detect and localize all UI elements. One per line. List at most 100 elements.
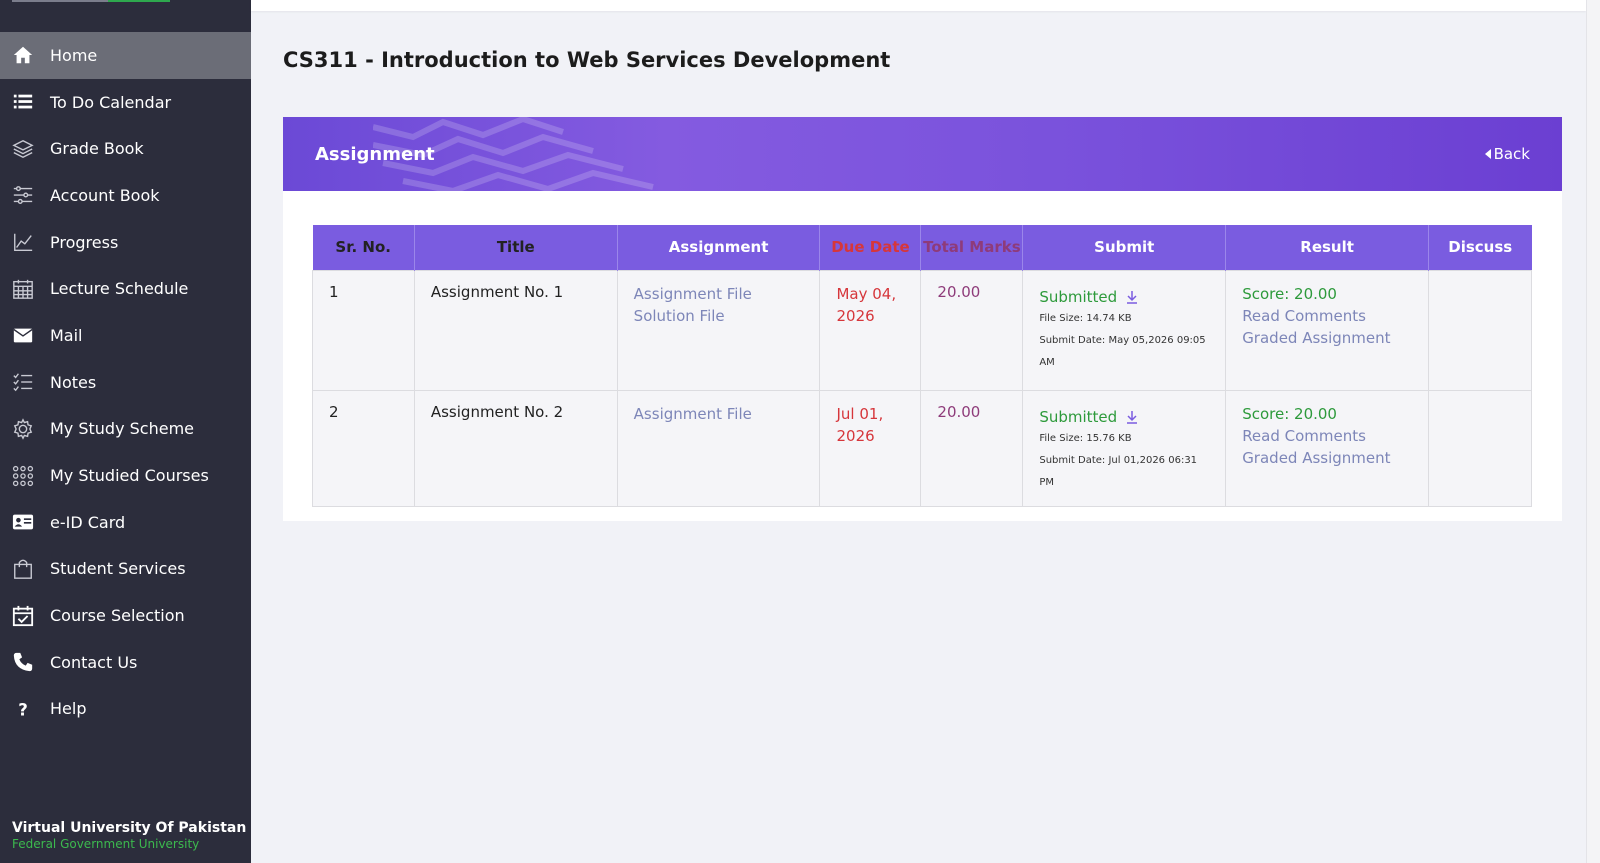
table-row: 1 Assignment No. 1 Assignment File Solut… [312,269,1532,391]
graded-assignment-link[interactable]: Graded Assignment [1242,327,1412,349]
chart-icon [12,231,34,253]
assignment-file-link[interactable]: Assignment File [634,283,804,305]
column-header-assignment: Assignment [617,225,821,270]
submit-status-label: Submitted [1039,287,1118,306]
page-title: CS311 - Introduction to Web Services Dev… [283,48,891,72]
brand: Virtual University Of Pakistan Federal G… [12,820,246,851]
sidebar-item-course-selection[interactable]: Course Selection [0,592,251,639]
back-label: Back [1493,145,1530,163]
sidebar-item-contact-us[interactable]: Contact Us [0,639,251,686]
sidebar-item-label: e-ID Card [50,512,126,532]
sliders-icon [12,184,34,206]
graded-assignment-link[interactable]: Graded Assignment [1242,447,1412,469]
sidebar-item-notes[interactable]: Notes [0,359,251,406]
read-comments-link[interactable]: Read Comments [1242,305,1412,327]
sidebar-item-help[interactable]: ? Help [0,686,251,733]
column-header-title: Title [414,225,618,270]
sidebar-item-label: Help [50,699,87,719]
sidebar-item-home[interactable]: Home [0,32,251,79]
sidebar-item-e-id-card[interactable]: e-ID Card [0,499,251,546]
sidebar-item-my-studied-courses[interactable]: My Studied Courses [0,452,251,499]
sidebar-item-student-services[interactable]: Student Services [0,546,251,593]
back-button[interactable]: Back [1484,145,1530,163]
sidebar-item-label: Notes [50,372,97,392]
due-date-line1: Jul 01, [836,404,884,423]
sidebar-item-grade-book[interactable]: Grade Book [0,125,251,172]
calendar-check-icon [12,605,34,627]
download-icon[interactable] [1125,410,1139,424]
assignment-card: Assignment Back Sr. No. Title Assignment… [283,117,1562,521]
sidebar-nav: Home To Do Calendar Grade Book Account B… [0,32,251,732]
cell-submit: Submitted File Size: 14.74 KB Submit Dat… [1022,269,1227,391]
gear-icon [12,418,34,440]
score: Score: 20.00 [1242,404,1337,423]
submit-date-cont: AM [1039,356,1055,368]
sidebar-item-label: My Studied Courses [50,466,209,486]
table-header-row: Sr. No. Title Assignment Due Date Total … [312,225,1532,270]
brand-name: Virtual University Of Pakistan [12,820,247,836]
due-date-line1: May 04, [836,284,897,303]
top-bar [251,0,1586,11]
sidebar-item-label: To Do Calendar [50,92,172,112]
sidebar-item-todo-calendar[interactable]: To Do Calendar [0,79,251,126]
submit-status: Submitted [1039,406,1209,428]
sidebar-item-my-study-scheme[interactable]: My Study Scheme [0,406,251,453]
due-date-line2: 2026 [836,426,875,445]
cell-submit: Submitted File Size: 15.76 KB Submit Dat… [1022,389,1227,507]
score: Score: 20.00 [1242,284,1337,303]
assignments-table: Sr. No. Title Assignment Due Date Total … [312,225,1532,507]
read-comments-link[interactable]: Read Comments [1242,425,1412,447]
sidebar-item-label: Home [50,45,98,65]
sidebar-item-lecture-schedule[interactable]: Lecture Schedule [0,265,251,312]
list-icon [12,91,34,113]
sidebar-item-progress[interactable]: Progress [0,219,251,266]
cell-assignment: Assignment File Solution File [616,269,821,391]
sidebar-item-label: Student Services [50,559,186,579]
table-row: 2 Assignment No. 2 Assignment File Jul 0… [312,389,1532,507]
cell-title: Assignment No. 2 [413,389,618,507]
solution-file-link[interactable]: Solution File [634,305,804,327]
column-header-due-date: Due Date [819,225,922,270]
phone-icon [12,651,34,673]
cell-total-marks: 20.00 [920,269,1024,391]
cell-sr-no: 1 [312,269,415,391]
cell-total-marks: 20.00 [920,389,1024,507]
sidebar-item-account-book[interactable]: Account Book [0,172,251,219]
sidebar-item-label: Contact Us [50,652,138,672]
column-header-sr-no: Sr. No. [312,225,415,270]
card-title: Assignment [315,143,435,165]
sidebar-item-label: Lecture Schedule [50,279,189,299]
calendar-grid-icon [12,278,34,300]
submit-status-label: Submitted [1039,407,1118,426]
page-scrollbar[interactable] [1586,0,1600,863]
file-size: File Size: 15.76 KB [1039,432,1132,444]
cell-discuss [1428,269,1532,391]
cell-assignment: Assignment File [616,389,821,507]
cell-due-date: Jul 01, 2026 [819,389,922,507]
checklist-icon [12,371,34,393]
sidebar-item-mail[interactable]: Mail [0,312,251,359]
sidebar-item-label: My Study Scheme [50,419,195,439]
cell-due-date: May 04, 2026 [819,269,922,391]
cell-result: Score: 20.00 Read Comments Graded Assign… [1225,269,1429,391]
sidebar-item-label: Course Selection [50,606,185,626]
column-header-discuss: Discuss [1428,225,1532,270]
assignment-file-link[interactable]: Assignment File [634,403,804,425]
cell-result: Score: 20.00 Read Comments Graded Assign… [1225,389,1429,507]
card-header: Assignment Back [283,117,1562,191]
sidebar-item-label: Grade Book [50,139,144,159]
svg-text:?: ? [18,700,28,719]
submit-status: Submitted [1039,286,1209,308]
file-size: File Size: 14.74 KB [1039,312,1132,324]
id-card-icon [12,511,34,533]
sidebar: Home To Do Calendar Grade Book Account B… [0,0,251,863]
envelope-icon [12,324,34,346]
cell-sr-no: 2 [312,389,415,507]
brand-subtitle: Federal Government University [12,837,200,851]
home-icon [12,44,34,66]
layers-icon [12,138,34,160]
sidebar-top-strip-accent [108,0,170,2]
cell-title: Assignment No. 1 [413,269,618,391]
question-icon: ? [12,698,34,720]
download-icon[interactable] [1125,290,1139,304]
